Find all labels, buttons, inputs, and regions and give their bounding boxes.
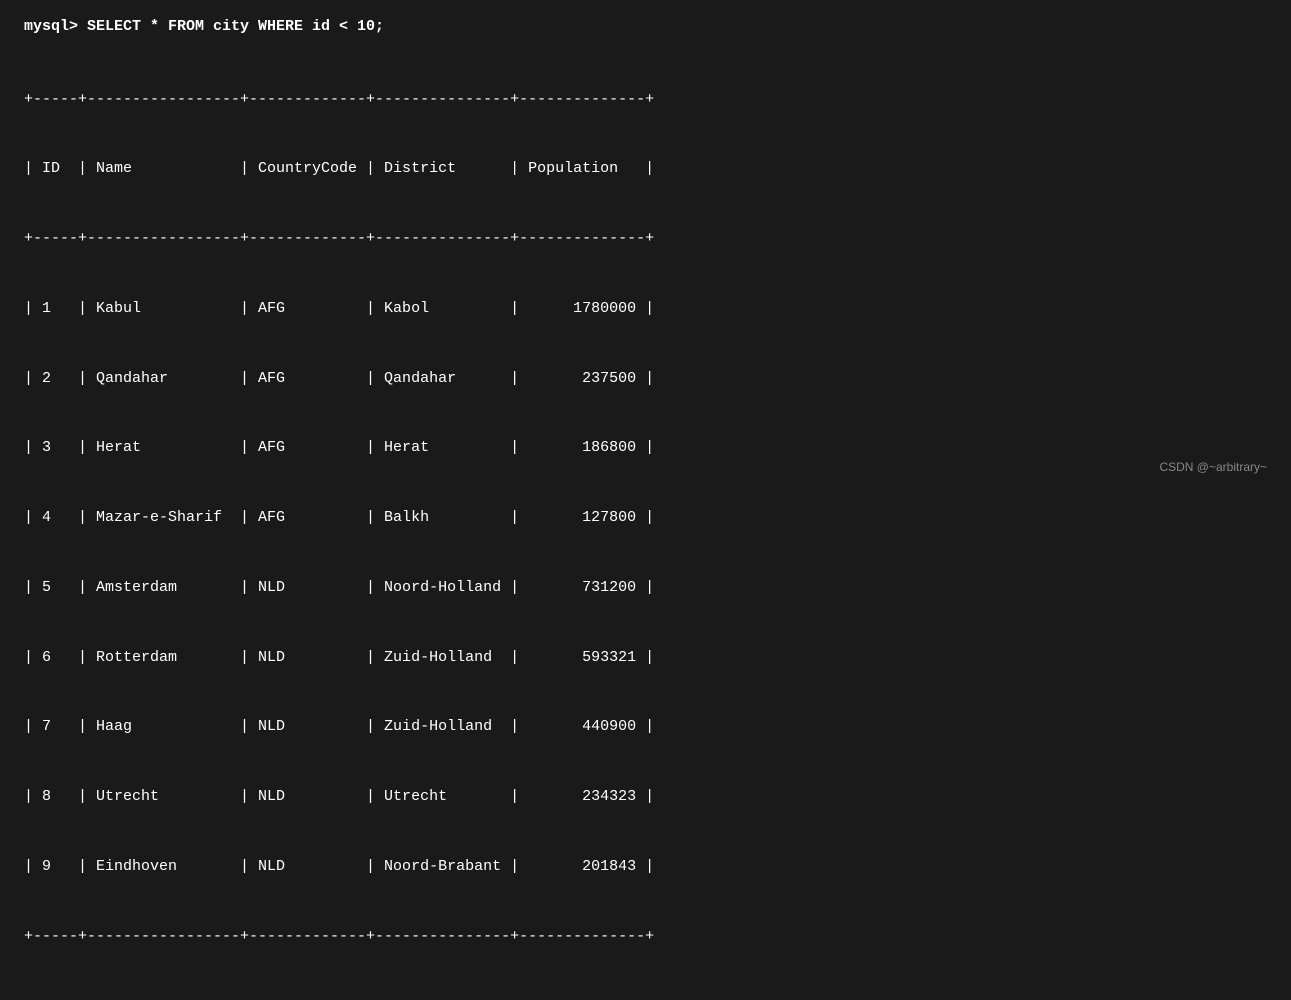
table-row: | 5 | Amsterdam | NLD | Noord-Holland | … xyxy=(24,576,1267,599)
terminal-window: mysql> SELECT * FROM city WHERE id < 10;… xyxy=(24,18,1267,482)
table-row: | 9 | Eindhoven | NLD | Noord-Brabant | … xyxy=(24,855,1267,878)
table-row: | 4 | Mazar-e-Sharif | AFG | Balkh | 127… xyxy=(24,506,1267,529)
table-row: | 8 | Utrecht | NLD | Utrecht | 234323 | xyxy=(24,785,1267,808)
table-row: | 6 | Rotterdam | NLD | Zuid-Holland | 5… xyxy=(24,646,1267,669)
table-header: | ID | Name | CountryCode | District | P… xyxy=(24,157,1267,180)
table-row: | 7 | Haag | NLD | Zuid-Holland | 440900… xyxy=(24,715,1267,738)
table-row: | 1 | Kabul | AFG | Kabol | 1780000 | xyxy=(24,297,1267,320)
separator-mid: +-----+-----------------+-------------+-… xyxy=(24,227,1267,250)
sql-command: mysql> SELECT * FROM city WHERE id < 10; xyxy=(24,18,1267,35)
watermark: CSDN @~arbitrary~ xyxy=(1159,460,1267,474)
sql-output: +-----+-----------------+-------------+-… xyxy=(24,41,1267,994)
separator-bottom: +-----+-----------------+-------------+-… xyxy=(24,925,1267,948)
table-row: | 2 | Qandahar | AFG | Qandahar | 237500… xyxy=(24,367,1267,390)
separator-top: +-----+-----------------+-------------+-… xyxy=(24,88,1267,111)
table-row: | 3 | Herat | AFG | Herat | 186800 | xyxy=(24,436,1267,459)
